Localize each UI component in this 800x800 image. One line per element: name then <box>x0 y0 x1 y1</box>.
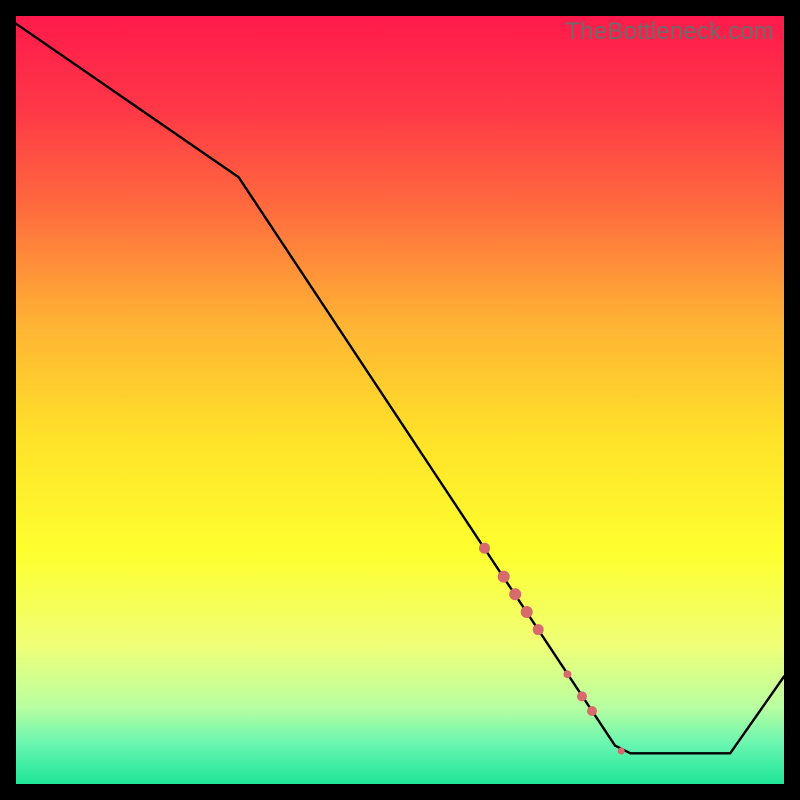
marker-dot <box>521 606 533 618</box>
marker-dot <box>577 691 587 701</box>
marker-dot <box>533 624 544 635</box>
marker-dot <box>618 748 625 755</box>
marker-dot <box>587 706 597 716</box>
curve-line <box>16 24 784 754</box>
marker-dot <box>479 543 490 554</box>
marker-dot <box>563 670 571 678</box>
chart-overlay <box>16 16 784 784</box>
watermark-text: TheBottleneck.com <box>565 18 774 46</box>
marker-dot <box>498 571 510 583</box>
plot-area: TheBottleneck.com <box>16 16 784 784</box>
outer-frame: TheBottleneck.com <box>0 0 800 800</box>
marker-dot <box>509 588 521 600</box>
